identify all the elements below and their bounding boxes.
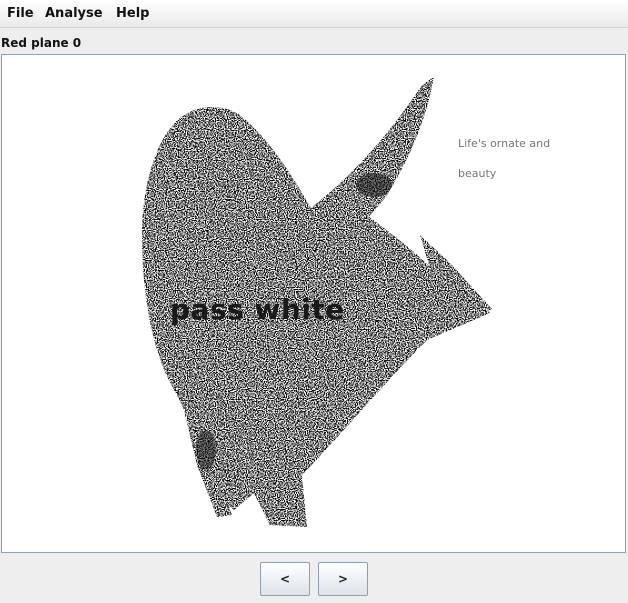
hidden-text-line-1: Life's ornate and (458, 137, 551, 150)
image-viewer: pass white Life's ornate and beauty (1, 54, 626, 553)
next-plane-button[interactable]: > (318, 562, 368, 596)
plane-title: Red plane 0 (1, 36, 82, 50)
hidden-text-main: pass white (170, 293, 345, 326)
menu-help[interactable]: Help (116, 6, 149, 21)
menu-analyse[interactable]: Analyse (45, 6, 103, 21)
hidden-text-line-2: beauty (458, 167, 497, 180)
menu-bar: File Analyse Help (0, 0, 628, 28)
menu-file[interactable]: File (7, 6, 34, 21)
previous-plane-button[interactable]: < (260, 562, 310, 596)
